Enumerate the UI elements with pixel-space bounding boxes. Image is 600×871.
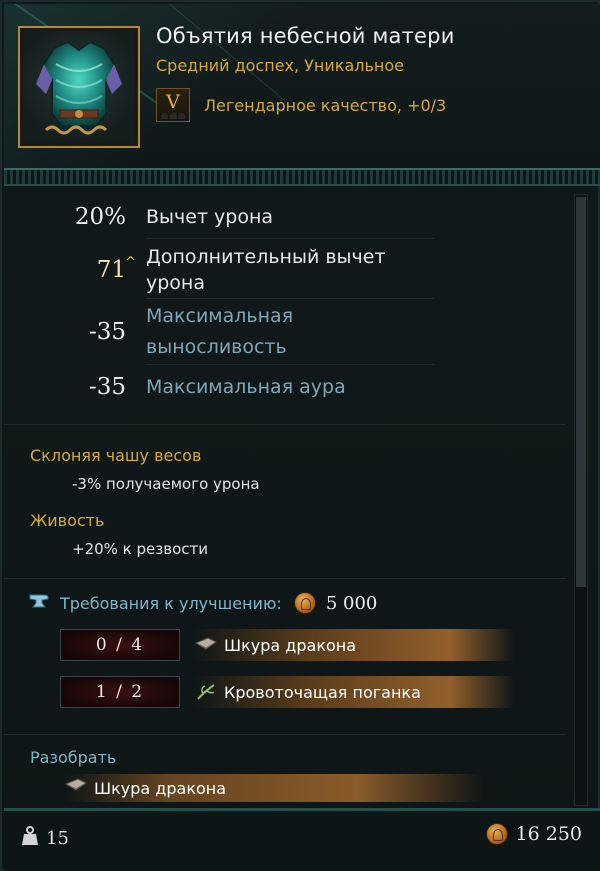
perk-description: +20% к резвости <box>72 540 208 558</box>
stat-row: 71 ^ Дополнительный вычет урона <box>4 242 434 298</box>
price-value: 16 250 <box>515 823 582 845</box>
perk-name: Склоняя чашу весов <box>30 446 202 465</box>
item-tooltip: Объятия небесной матери Средний доспех, … <box>0 0 600 871</box>
stat-row: -35 Максимальная выносливость <box>4 302 434 362</box>
weight-icon <box>20 825 40 851</box>
quality-badge: V <box>156 88 190 122</box>
stat-label: Дополнительный вычет урона <box>146 246 386 294</box>
disassemble-item[interactable]: Шкура дракона <box>64 774 484 802</box>
section-divider <box>4 578 566 579</box>
disassemble-title: Разобрать <box>30 748 117 767</box>
stat-label: Максимальная аура <box>146 376 346 398</box>
requirement-item[interactable]: Шкура дракона <box>194 629 514 661</box>
hide-icon <box>194 635 218 655</box>
perk-name: Живость <box>30 511 105 530</box>
requirement-item[interactable]: Кровоточащая поганка <box>194 676 514 708</box>
coin-icon <box>485 823 508 845</box>
weight-value: 15 <box>46 827 69 849</box>
disassemble-item-name: Шкура дракона <box>94 778 227 798</box>
anvil-icon <box>28 592 50 614</box>
upgrade-requirements-header: Требования к улучшению: 5 000 <box>28 592 377 614</box>
requirement-item-name: Шкура дракона <box>224 635 357 655</box>
scrollbar[interactable] <box>574 194 588 806</box>
scrollbar-thumb[interactable] <box>576 197 586 587</box>
quality-label: Легендарное качество, +0/3 <box>204 95 447 115</box>
tooltip-body: 20% Вычет урона 71 ^ Дополнительный вычет… <box>4 188 600 812</box>
requirement-count: 1 / 2 <box>60 676 180 708</box>
hide-icon <box>64 776 88 800</box>
armor-icon <box>18 26 140 148</box>
upgrade-caret-icon: ^ <box>125 255 136 270</box>
stat-row: -35 Максимальная аура <box>4 374 434 400</box>
price-display: 16 250 <box>485 823 582 845</box>
stat-row: 20% Вычет урона <box>4 204 434 230</box>
item-title: Объятия небесной матери <box>156 24 455 48</box>
section-divider <box>4 734 566 735</box>
section-divider <box>4 424 566 425</box>
requirement-row: 1 / 2 Кровоточащая поганка <box>60 675 514 709</box>
quality-pips <box>161 113 185 119</box>
coin-icon <box>293 592 316 614</box>
stat-label: Вычет урона <box>146 206 274 228</box>
requirement-item-name: Кровоточащая поганка <box>224 682 421 702</box>
requirement-count: 0 / 4 <box>60 629 180 661</box>
requirement-row: 0 / 4 Шкура дракона <box>60 628 514 662</box>
stat-divider <box>146 364 434 365</box>
perk-description: -3% получаемого урона <box>72 475 260 493</box>
herb-icon <box>194 682 218 702</box>
stat-value: 20% <box>74 204 126 230</box>
quality-badge-label: V <box>166 91 180 113</box>
tooltip-footer: 15 16 250 <box>4 808 600 871</box>
stat-divider <box>146 298 434 299</box>
stat-label: Максимальная выносливость <box>146 305 294 358</box>
stat-value: -35 <box>88 319 126 345</box>
upgrade-cost: 5 000 <box>325 592 378 614</box>
stat-value: 71 ^ <box>96 255 136 283</box>
item-type: Средний доспех, Уникальное <box>156 56 404 75</box>
item-header: Объятия небесной матери Средний доспех, … <box>4 4 600 168</box>
upgrade-title: Требования к улучшению: <box>60 593 282 613</box>
header-divider <box>4 168 600 186</box>
stat-value: -35 <box>88 374 126 400</box>
stat-divider <box>146 238 434 239</box>
quality-row: V Легендарное качество, +0/3 <box>156 88 446 122</box>
weight-display: 15 <box>20 825 69 851</box>
